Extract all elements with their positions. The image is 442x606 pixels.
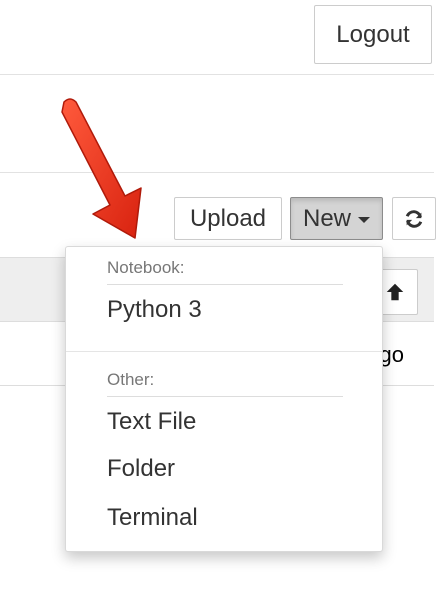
menu-divider xyxy=(66,351,382,352)
header-divider xyxy=(0,74,434,75)
menu-header-notebook: Notebook: xyxy=(107,258,185,277)
menu-item-python3[interactable]: Python 3 xyxy=(66,290,382,330)
refresh-button[interactable] xyxy=(392,197,436,240)
logout-button[interactable]: Logout xyxy=(314,5,432,64)
jupyter-page: Logout Upload New go Notebook: Python 3 … xyxy=(0,0,442,606)
menu-header-rule xyxy=(107,284,343,285)
menu-header-rule xyxy=(107,396,343,397)
new-dropdown-menu: Notebook: Python 3 Other: Text File Fold… xyxy=(65,246,383,552)
caret-down-icon xyxy=(358,217,370,223)
menu-item-terminal[interactable]: Terminal xyxy=(66,498,382,538)
arrow-up-icon xyxy=(386,283,404,301)
menu-header-other: Other: xyxy=(107,370,155,389)
menu-item-folder[interactable]: Folder xyxy=(66,449,382,489)
row-modified-time: go xyxy=(379,342,404,367)
annotation-arrow-icon xyxy=(61,98,142,239)
upload-button[interactable]: Upload xyxy=(174,197,282,240)
menu-item-text-file[interactable]: Text File xyxy=(66,402,382,442)
new-button-label: New xyxy=(302,204,351,232)
refresh-icon xyxy=(405,209,423,228)
new-dropdown-button[interactable]: New xyxy=(290,197,383,240)
